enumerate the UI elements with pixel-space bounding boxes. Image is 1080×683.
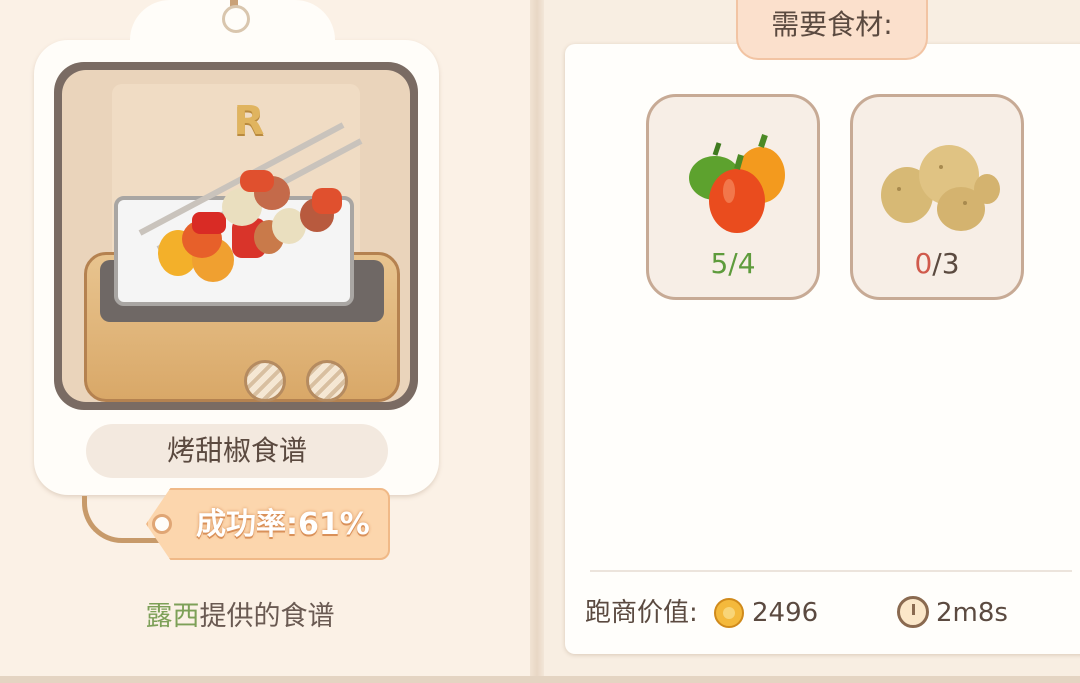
ingredients-title: 需要食材: xyxy=(736,0,928,60)
have-count: 0 xyxy=(914,247,933,280)
hang-ring-icon xyxy=(222,5,250,33)
trade-value: 2496 xyxy=(752,598,819,628)
oven-inner: R xyxy=(62,70,410,402)
clock-icon xyxy=(897,596,929,628)
need-count: /4 xyxy=(728,247,756,280)
book-spine xyxy=(530,0,544,683)
pepper-piece-icon xyxy=(192,212,226,234)
ingredient-count: 5/4 xyxy=(649,247,817,280)
ingredient-slot-pepper[interactable]: 5/4 xyxy=(646,94,820,300)
success-rate-text: 成功率:61% xyxy=(196,507,370,542)
provider-name[interactable]: 露西 xyxy=(146,601,200,632)
have-count: 5 xyxy=(710,247,729,280)
oven-illustration: R xyxy=(54,62,418,410)
potato-icon xyxy=(881,145,1000,231)
coin-icon xyxy=(714,598,744,628)
divider xyxy=(590,570,1072,572)
ingredient-slot-potato[interactable]: 0/3 xyxy=(850,94,1024,300)
recipe-provider: 露西提供的食谱 xyxy=(40,594,440,633)
tag-hole xyxy=(152,514,172,534)
need-count: /3 xyxy=(932,247,960,280)
grill-knob-icon xyxy=(306,360,348,402)
grill-knob-icon xyxy=(244,360,286,402)
recipe-name: 烤甜椒食谱 xyxy=(86,424,388,478)
book-edge xyxy=(0,676,1080,683)
pepper-piece-icon xyxy=(240,170,274,192)
pepper-piece-icon xyxy=(312,188,342,214)
bell-pepper-icon xyxy=(689,134,785,233)
provider-suffix: 提供的食谱 xyxy=(199,601,335,632)
trade-value-label: 跑商价值: xyxy=(585,598,698,628)
ingredient-count: 0/3 xyxy=(853,247,1021,280)
rarity-badge: R xyxy=(233,98,265,144)
cook-time: 2m8s xyxy=(936,598,1008,628)
